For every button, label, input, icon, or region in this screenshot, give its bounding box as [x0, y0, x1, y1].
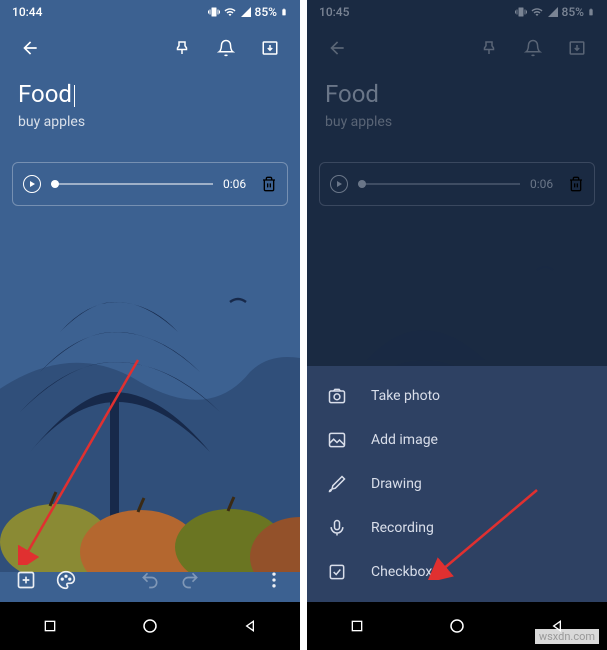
pin-button[interactable]: [471, 30, 507, 66]
background-illustration: [0, 242, 300, 572]
pin-icon: [173, 39, 191, 57]
nav-bar: [0, 602, 300, 650]
pin-icon: [480, 39, 498, 57]
track-thumb[interactable]: [51, 180, 59, 188]
more-vertical-icon: [264, 570, 284, 590]
audio-player: 0:06: [319, 162, 595, 206]
square-icon: [349, 618, 365, 634]
pin-button[interactable]: [164, 30, 200, 66]
note-content: Food buy apples: [307, 72, 607, 138]
nav-home[interactable]: [448, 617, 466, 635]
status-bar: 10:45 85%: [307, 0, 607, 24]
note-title-input[interactable]: Food: [18, 80, 282, 108]
top-bar: [0, 24, 300, 72]
edit-toolbar: [0, 558, 300, 602]
menu-recording[interactable]: Recording: [307, 506, 607, 550]
battery-pct: 85%: [562, 5, 584, 19]
battery-icon: [587, 5, 595, 19]
menu-checkboxes[interactable]: Checkboxes: [307, 550, 607, 594]
watermark: wsxdn.com: [535, 629, 599, 644]
menu-add-image[interactable]: Add image: [307, 418, 607, 462]
redo-icon: [180, 570, 200, 590]
nav-recent[interactable]: [349, 618, 365, 634]
back-button[interactable]: [319, 30, 355, 66]
battery-pct: 85%: [255, 5, 277, 19]
status-bar: 10:44 85%: [0, 0, 300, 24]
text-cursor: [74, 85, 75, 107]
bell-icon: [217, 39, 235, 57]
square-icon: [42, 618, 58, 634]
trash-icon: [261, 176, 277, 192]
status-time: 10:44: [12, 5, 42, 19]
audio-player: 0:06: [12, 162, 288, 206]
delete-audio-button[interactable]: [568, 176, 584, 192]
vibrate-icon: [515, 6, 527, 18]
wifi-icon: [530, 6, 544, 18]
vibrate-icon: [208, 6, 220, 18]
play-button[interactable]: [23, 175, 41, 193]
menu-take-photo[interactable]: Take photo: [307, 374, 607, 418]
reminder-button[interactable]: [515, 30, 551, 66]
play-button[interactable]: [330, 175, 348, 193]
nav-back[interactable]: [242, 618, 258, 634]
status-indicators: 85%: [208, 5, 288, 19]
track-thumb[interactable]: [358, 180, 366, 188]
plus-box-icon: [16, 570, 36, 590]
palette-button[interactable]: [48, 562, 84, 598]
signal-icon: [547, 6, 559, 18]
arrow-left-icon: [327, 38, 347, 58]
circle-icon: [141, 617, 159, 635]
reminder-button[interactable]: [208, 30, 244, 66]
audio-track[interactable]: [51, 183, 213, 185]
archive-button[interactable]: [559, 30, 595, 66]
add-menu: Take photo Add image Drawing Recording C…: [307, 366, 607, 602]
archive-icon: [568, 39, 586, 57]
menu-drawing[interactable]: Drawing: [307, 462, 607, 506]
mic-icon: [327, 518, 347, 538]
note-content: Food buy apples: [0, 72, 300, 138]
menu-label: Take photo: [371, 388, 440, 404]
nav-home[interactable]: [141, 617, 159, 635]
menu-label: Recording: [371, 520, 434, 536]
add-button[interactable]: [8, 562, 44, 598]
note-body-input[interactable]: buy apples: [18, 114, 282, 130]
screen-left: 10:44 85% Food buy apples 0:06: [0, 0, 300, 650]
menu-label: Checkboxes: [371, 564, 447, 580]
nav-recent[interactable]: [42, 618, 58, 634]
brush-icon: [327, 474, 347, 494]
audio-duration: 0:06: [530, 177, 558, 191]
audio-track[interactable]: [358, 183, 520, 185]
redo-button[interactable]: [172, 562, 208, 598]
checkbox-icon: [327, 562, 347, 582]
battery-icon: [280, 5, 288, 19]
palette-icon: [56, 570, 76, 590]
menu-label: Add image: [371, 432, 438, 448]
triangle-icon: [242, 618, 258, 634]
camera-icon: [327, 386, 347, 406]
menu-label: Drawing: [371, 476, 422, 492]
top-bar: [307, 24, 607, 72]
circle-icon: [448, 617, 466, 635]
trash-icon: [568, 176, 584, 192]
archive-button[interactable]: [252, 30, 288, 66]
status-time: 10:45: [319, 5, 349, 19]
screen-right: 10:45 85% Food buy apples 0:06: [307, 0, 607, 650]
note-title-input[interactable]: Food: [325, 80, 589, 108]
delete-audio-button[interactable]: [261, 176, 277, 192]
undo-button[interactable]: [132, 562, 168, 598]
annotation-arrow-left: [18, 355, 148, 565]
bell-icon: [524, 39, 542, 57]
undo-icon: [140, 570, 160, 590]
archive-icon: [261, 39, 279, 57]
wifi-icon: [223, 6, 237, 18]
more-button[interactable]: [256, 562, 292, 598]
status-indicators: 85%: [515, 5, 595, 19]
back-button[interactable]: [12, 30, 48, 66]
signal-icon: [240, 6, 252, 18]
audio-duration: 0:06: [223, 177, 251, 191]
note-body-input[interactable]: buy apples: [325, 114, 589, 130]
image-icon: [327, 430, 347, 450]
arrow-left-icon: [20, 38, 40, 58]
